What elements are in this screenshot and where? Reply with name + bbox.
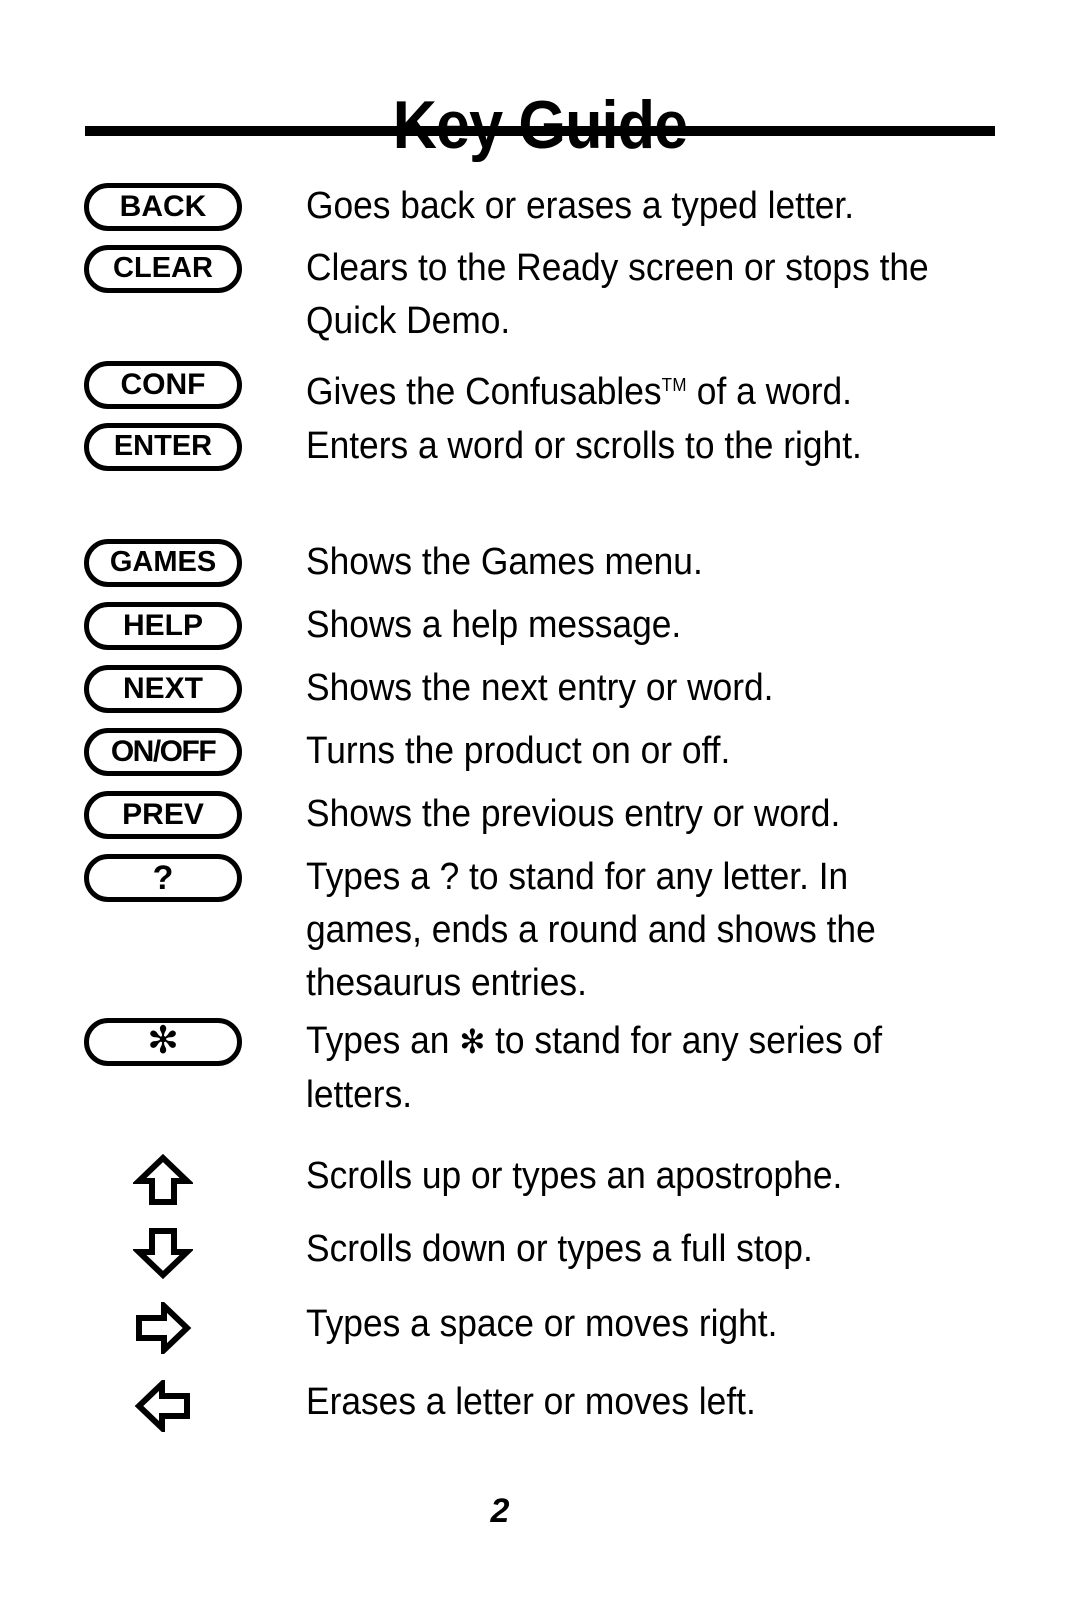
key-cell: CLEAR <box>84 242 242 295</box>
arrow-right-icon[interactable] <box>133 1301 193 1354</box>
key-description: Shows the previous entry or word. <box>306 793 841 835</box>
key-cell: HELP <box>84 599 242 652</box>
key-guide-row: ✻ Types an ✻ to stand for any series of l… <box>0 1015 1080 1121</box>
key-guide-page: Key Guide BACK Goes back or erases a type… <box>0 0 1080 1597</box>
key-guide-row: CONF Gives the ConfusablesTM of a word. <box>0 358 1080 413</box>
key-cell: ✻ <box>84 1015 242 1068</box>
key-description: Types a ? to stand for any letter. In ga… <box>306 856 876 1004</box>
key-guide-row: ? Types a ? to stand for any letter. In g… <box>0 851 1080 1010</box>
question-mark-key[interactable]: ? <box>84 853 242 902</box>
asterisk-key[interactable]: ✻ <box>84 1017 242 1066</box>
on-off-key[interactable]: ON/OFF <box>84 727 242 776</box>
key-cell: GAMES <box>84 536 242 589</box>
key-description: Enters a word or scrolls to the right. <box>306 425 862 467</box>
asterisk-symbol: ✻ <box>459 1024 486 1061</box>
key-cell <box>84 1298 242 1354</box>
key-description: Erases a letter or moves left. <box>306 1381 756 1423</box>
page-number: 2 <box>490 1492 510 1530</box>
key-description: Scrolls down or types a full stop. <box>306 1228 813 1270</box>
arrow-left-icon[interactable] <box>133 1379 193 1432</box>
key-cell: CONF <box>84 358 242 411</box>
prev-key[interactable]: PREV <box>84 790 242 839</box>
conf-key[interactable]: CONF <box>84 360 242 409</box>
trademark-symbol: TM <box>661 374 687 395</box>
key-guide-row: ENTER Enters a word or scrolls to the rig… <box>0 420 1080 526</box>
page-title: Key Guide <box>392 86 688 163</box>
key-cell <box>84 1376 242 1432</box>
key-guide-row: Erases a letter or moves left. <box>0 1376 1080 1432</box>
next-key[interactable]: NEXT <box>84 664 242 713</box>
key-guide-row: PREV Shows the previous entry or word. <box>0 788 1080 841</box>
key-description: Shows a help message. <box>306 604 682 646</box>
key-cell <box>84 1223 242 1279</box>
key-description: Shows the Games menu. <box>306 541 703 583</box>
key-description: Shows the next entry or word. <box>306 667 774 709</box>
key-cell: NEXT <box>84 662 242 715</box>
key-guide-row: NEXT Shows the next entry or word. <box>0 662 1080 715</box>
key-guide-row: GAMES Shows the Games menu. <box>0 536 1080 589</box>
enter-key[interactable]: ENTER <box>84 422 242 471</box>
key-description: Clears to the Ready screen or stops the … <box>306 247 929 342</box>
key-description: Scrolls up or types an apostrophe. <box>306 1155 843 1197</box>
key-description: Gives the ConfusablesTM of a word. <box>306 371 852 414</box>
key-cell: ENTER <box>84 420 242 473</box>
title-divider <box>85 126 995 136</box>
key-guide-row: CLEAR Clears to the Ready screen or stops… <box>0 242 1080 348</box>
key-guide-row: HELP Shows a help message. <box>0 599 1080 652</box>
arrow-down-icon[interactable] <box>133 1227 193 1279</box>
key-guide-row: Scrolls up or types an apostrophe. <box>0 1150 1080 1205</box>
help-key[interactable]: HELP <box>84 601 242 650</box>
key-cell <box>84 1150 242 1205</box>
key-guide-row: BACK Goes back or erases a typed letter. <box>0 180 1080 233</box>
games-key[interactable]: GAMES <box>84 538 242 587</box>
key-cell: BACK <box>84 180 242 233</box>
key-guide-row: Scrolls down or types a full stop. <box>0 1223 1080 1279</box>
key-description: Types a space or moves right. <box>306 1303 778 1345</box>
key-guide-row: Types a space or moves right. <box>0 1298 1080 1354</box>
back-key[interactable]: BACK <box>84 182 242 231</box>
clear-key[interactable]: CLEAR <box>84 244 242 293</box>
key-cell: ON/OFF <box>84 725 242 778</box>
key-description: Goes back or erases a typed letter. <box>306 185 855 227</box>
key-cell: ? <box>84 851 242 904</box>
key-description: Turns the product on or off. <box>306 730 731 772</box>
key-guide-row: ON/OFF Turns the product on or off. <box>0 725 1080 778</box>
arrow-up-icon[interactable] <box>133 1153 193 1205</box>
key-cell: PREV <box>84 788 242 841</box>
key-description: Types an ✻ to stand for any series of le… <box>306 1020 883 1116</box>
